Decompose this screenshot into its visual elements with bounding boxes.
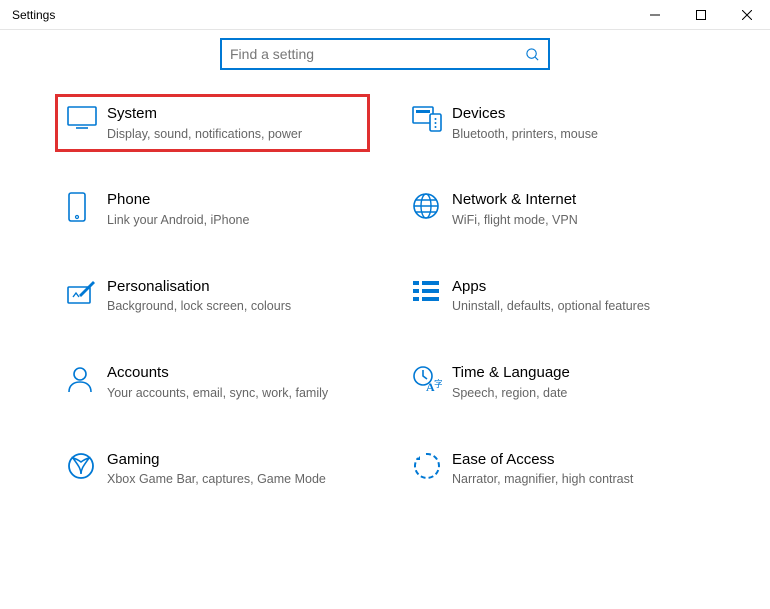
- tile-title: Network & Internet: [452, 190, 703, 210]
- close-button[interactable]: [724, 0, 770, 30]
- system-icon: [67, 104, 107, 130]
- paintbrush-icon: [67, 277, 107, 305]
- tile-title: Phone: [107, 190, 358, 210]
- tile-title: Ease of Access: [452, 450, 703, 470]
- tile-accounts[interactable]: Accounts Your accounts, email, sync, wor…: [55, 353, 370, 411]
- tile-title: Devices: [452, 104, 703, 124]
- tile-desc: Display, sound, notifications, power: [107, 126, 358, 143]
- titlebar: Settings: [0, 0, 770, 30]
- tile-desc: Uninstall, defaults, optional features: [452, 298, 703, 315]
- tile-desc: Your accounts, email, sync, work, family: [107, 385, 358, 402]
- minimize-button[interactable]: [632, 0, 678, 30]
- tile-desc: Xbox Game Bar, captures, Game Mode: [107, 471, 358, 488]
- tile-desc: Background, lock screen, colours: [107, 298, 358, 315]
- tile-devices[interactable]: Devices Bluetooth, printers, mouse: [400, 94, 715, 152]
- tile-personalisation[interactable]: Personalisation Background, lock screen,…: [55, 267, 370, 325]
- tile-desc: Narrator, magnifier, high contrast: [452, 471, 703, 488]
- devices-icon: [412, 104, 452, 132]
- tile-network[interactable]: Network & Internet WiFi, flight mode, VP…: [400, 180, 715, 238]
- search-input[interactable]: [222, 46, 516, 62]
- ease-of-access-icon: [412, 450, 452, 480]
- gaming-icon: [67, 450, 107, 480]
- tile-gaming[interactable]: Gaming Xbox Game Bar, captures, Game Mod…: [55, 440, 370, 498]
- tile-phone[interactable]: Phone Link your Android, iPhone: [55, 180, 370, 238]
- tile-title: Personalisation: [107, 277, 358, 297]
- search-icon: [516, 47, 548, 62]
- close-icon: [742, 10, 752, 20]
- tile-desc: Speech, region, date: [452, 385, 703, 402]
- maximize-icon: [696, 10, 706, 20]
- maximize-button[interactable]: [678, 0, 724, 30]
- tile-desc: WiFi, flight mode, VPN: [452, 212, 703, 229]
- person-icon: [67, 363, 107, 393]
- globe-icon: [412, 190, 452, 220]
- tile-title: Gaming: [107, 450, 358, 470]
- tile-title: Accounts: [107, 363, 358, 383]
- search-box[interactable]: [220, 38, 550, 70]
- tile-apps[interactable]: Apps Uninstall, defaults, optional featu…: [400, 267, 715, 325]
- tile-ease-of-access[interactable]: Ease of Access Narrator, magnifier, high…: [400, 440, 715, 498]
- minimize-icon: [650, 10, 660, 20]
- tile-time-language[interactable]: A字 Time & Language Speech, region, date: [400, 353, 715, 411]
- tile-title: System: [107, 104, 358, 124]
- tile-title: Time & Language: [452, 363, 703, 383]
- tile-system[interactable]: System Display, sound, notifications, po…: [55, 94, 370, 152]
- tile-desc: Link your Android, iPhone: [107, 212, 358, 229]
- window-title: Settings: [0, 8, 55, 22]
- tile-title: Apps: [452, 277, 703, 297]
- svg-text:字: 字: [434, 378, 442, 389]
- settings-grid: System Display, sound, notifications, po…: [55, 94, 715, 518]
- phone-icon: [67, 190, 107, 222]
- time-language-icon: A字: [412, 363, 452, 393]
- tile-desc: Bluetooth, printers, mouse: [452, 126, 703, 143]
- apps-icon: [412, 277, 452, 303]
